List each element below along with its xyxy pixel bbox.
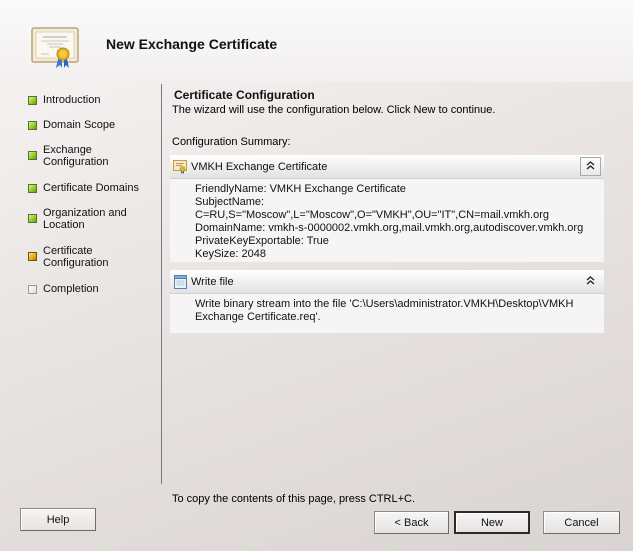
subject-name-label: SubjectName: <box>195 196 265 208</box>
friendly-name-line: FriendlyName: VMKH Exchange Certificate <box>195 183 406 195</box>
back-button[interactable]: < Back <box>374 511 449 534</box>
certificate-icon <box>31 27 79 68</box>
nav-step-completion[interactable]: Completion <box>28 283 99 295</box>
subject-name-value: C=RU,S="Moscow",L="Moscow",O="VMKH",OU="… <box>195 209 549 221</box>
step-completed-icon <box>28 151 37 160</box>
nav-divider <box>161 84 162 484</box>
panel-header[interactable]: Write file <box>170 270 604 294</box>
panel-header[interactable]: VMKH Exchange Certificate <box>170 155 604 179</box>
label-line: Exchange <box>43 144 92 156</box>
nav-step-label: Exchange Configuration <box>43 144 108 168</box>
label-line: Certificate <box>43 245 93 257</box>
wizard-header: New Exchange Certificate <box>0 0 633 82</box>
label-line: Configuration <box>43 257 109 269</box>
write-file-panel: Write file Write binary stream into the … <box>170 270 604 333</box>
cancel-button[interactable]: Cancel <box>543 511 620 534</box>
nav-step-certificate-configuration[interactable]: Certificate Configuration <box>28 245 108 269</box>
nav-step-certificate-domains[interactable]: Certificate Domains <box>28 182 139 194</box>
nav-step-organization-location[interactable]: Organization and Location <box>28 207 127 231</box>
wizard-title: New Exchange Certificate <box>106 36 278 52</box>
certificate-icon <box>173 160 187 174</box>
nav-step-label: Certificate Configuration <box>43 245 108 269</box>
collapse-button[interactable] <box>580 157 601 176</box>
write-file-line: Write binary stream into the file 'C:\Us… <box>195 298 574 310</box>
certificate-summary-panel: VMKH Exchange Certificate FriendlyName: … <box>170 155 604 262</box>
nav-step-label: Completion <box>43 283 99 295</box>
key-size-line: KeySize: 2048 <box>195 248 266 260</box>
double-chevron-up-icon <box>586 275 595 288</box>
new-button[interactable]: New <box>454 511 530 534</box>
label-line: Location <box>43 219 85 231</box>
panel-title: VMKH Exchange Certificate <box>191 161 328 173</box>
nav-step-exchange-configuration[interactable]: Exchange Configuration <box>28 144 108 168</box>
double-chevron-up-icon <box>586 160 595 173</box>
collapse-button[interactable] <box>580 272 601 291</box>
panel-title: Write file <box>191 276 234 288</box>
step-completed-icon <box>28 121 37 130</box>
nav-step-label: Introduction <box>43 94 101 106</box>
page-title: Certificate Configuration <box>174 88 315 102</box>
label-line: Organization and <box>43 207 127 219</box>
step-completed-icon <box>28 96 37 105</box>
label-line: Configuration <box>43 156 109 168</box>
step-current-icon <box>28 252 37 261</box>
write-file-line: Exchange Certificate.req'. <box>195 311 321 323</box>
nav-step-introduction[interactable]: Introduction <box>28 94 100 106</box>
nav-step-label: Certificate Domains <box>43 182 139 194</box>
step-pending-icon <box>28 285 37 294</box>
configuration-summary-label: Configuration Summary: <box>172 136 291 148</box>
notepad-file-icon <box>174 275 187 289</box>
copy-hint: To copy the contents of this page, press… <box>172 493 416 505</box>
step-completed-icon <box>28 214 37 223</box>
domain-name-line: DomainName: vmkh-s-0000002.vmkh.org,mail… <box>195 222 584 234</box>
nav-step-domain-scope[interactable]: Domain Scope <box>28 119 115 131</box>
help-button[interactable]: Help <box>20 508 96 531</box>
panel-body: FriendlyName: VMKH Exchange Certificate … <box>170 179 604 262</box>
page-description: The wizard will use the configuration be… <box>172 104 496 116</box>
nav-step-label: Organization and Location <box>43 207 127 231</box>
private-key-exportable-line: PrivateKeyExportable: True <box>195 235 329 247</box>
panel-body: Write binary stream into the file 'C:\Us… <box>170 294 604 333</box>
step-completed-icon <box>28 184 37 193</box>
nav-step-label: Domain Scope <box>43 119 116 131</box>
